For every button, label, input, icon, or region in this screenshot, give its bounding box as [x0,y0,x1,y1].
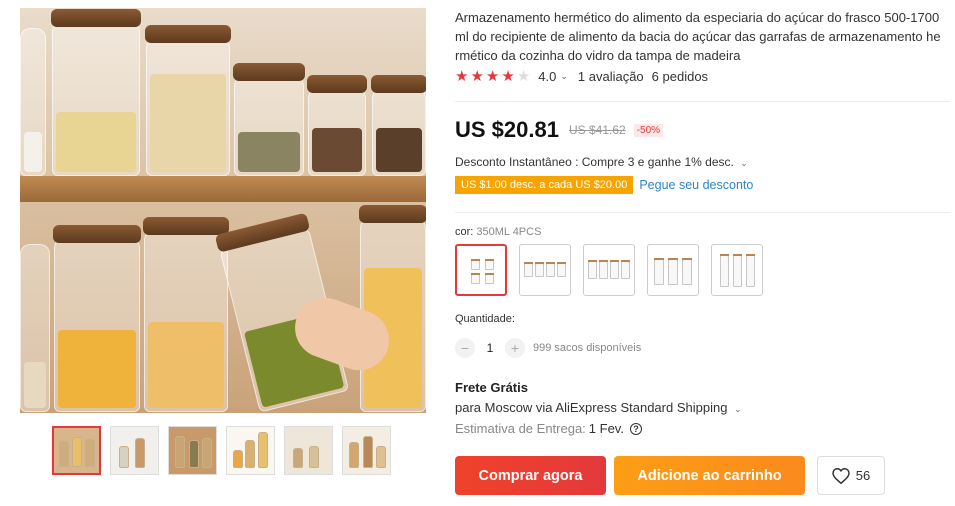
swatch-option-2[interactable] [519,244,571,296]
coupon-badge: US $1.00 desc. a cada US $20.00 [455,176,634,194]
thumbnail-4[interactable] [226,426,275,475]
star-icon: ★ [501,68,515,85]
reviews-count[interactable]: 1 avaliação [578,69,644,84]
action-buttons: Comprar agora Adicione ao carrinho 56 [455,456,885,495]
color-selected-value: 350ML 4PCS [476,226,542,238]
delivery-date: 1 Fev. [588,421,624,436]
color-label: cor: 350ML 4PCS [455,226,541,238]
main-product-image[interactable] [20,8,426,413]
orders-count: 6 pedidos [651,69,709,84]
jar [20,244,50,412]
divider [455,212,950,213]
jar [371,75,426,176]
star-icon: ★ [516,68,531,85]
delivery-estimate: Estimativa de Entrega: 1 Fev. ? [455,421,642,436]
quantity-minus-button[interactable]: − [455,338,475,358]
discount-badge: -50% [633,123,664,137]
product-title: Armazenamento hermético do alimento da e… [455,10,941,63]
jar [233,63,305,176]
coupon-row: US $1.00 desc. a cada US $20.00 Pegue se… [455,176,753,194]
jar [51,9,141,176]
thumbnail-3[interactable] [168,426,217,475]
original-price: US $41.62 [568,123,626,137]
quantity-plus-button[interactable]: + [505,338,525,358]
thumbnail-5[interactable] [284,426,333,475]
stock-available: 999 sacos disponíveis [533,342,642,354]
wishlist-count: 56 [855,468,871,483]
quantity-label: Quantidade: [455,313,515,325]
rating-value[interactable]: 4.0 [538,69,556,84]
divider [455,101,950,102]
shipping-method[interactable]: para Moscow via AliExpress Standard Ship… [455,400,752,415]
thumbnail-1[interactable] [52,426,101,475]
jar [307,75,367,176]
instant-discount[interactable]: Desconto Instantâneo : Compre 3 e ganhe … [455,155,758,169]
shelf [20,176,426,202]
heart-icon [832,467,850,484]
shipping-method-text: para Moscow via AliExpress Standard Ship… [455,400,728,415]
quantity-input[interactable]: 1 [475,341,505,355]
jar [145,25,231,176]
color-label-text: cor: [455,226,474,238]
add-to-cart-button[interactable]: Adicione ao carrinho [614,456,805,495]
chevron-down-icon[interactable]: ⌄ [560,71,568,82]
jar [143,217,229,412]
color-swatches [455,244,763,296]
price-row: US $20.81 US $41.62 -50% [455,117,664,143]
swatch-option-4[interactable] [647,244,699,296]
thumbnail-6[interactable] [342,426,391,475]
star-icon: ★ [485,68,500,85]
swatch-option-3[interactable] [583,244,635,296]
rating-stars: ★ ★ ★ ★ ★ [455,69,530,84]
rating-row: ★ ★ ★ ★ ★ 4.0 ⌄ 1 avaliação 6 pedidos [455,69,708,84]
quantity-stepper: − 1 + 999 sacos disponíveis [455,338,641,358]
swatch-option-5[interactable] [711,244,763,296]
wishlist-button[interactable]: 56 [817,456,885,495]
instant-discount-text: Desconto Instantâneo : Compre 3 e ganhe … [455,155,734,169]
chevron-down-icon[interactable]: ⌄ [740,158,748,168]
jar [53,225,141,412]
question-circle-icon[interactable]: ? [629,422,642,435]
shipping-title: Frete Grátis [455,380,528,395]
jar [20,28,46,176]
thumbnail-2[interactable] [110,426,159,475]
current-price: US $20.81 [455,117,559,142]
delivery-label: Estimativa de Entrega: [455,421,586,436]
star-icon: ★ [470,68,484,85]
star-icon: ★ [455,68,469,85]
chevron-down-icon[interactable]: ⌄ [734,404,742,414]
swatch-350ml-4pcs[interactable] [455,244,507,296]
get-coupon-link[interactable]: Pegue seu desconto [639,178,753,192]
thumbnail-strip [52,426,391,475]
buy-now-button[interactable]: Comprar agora [455,456,606,495]
